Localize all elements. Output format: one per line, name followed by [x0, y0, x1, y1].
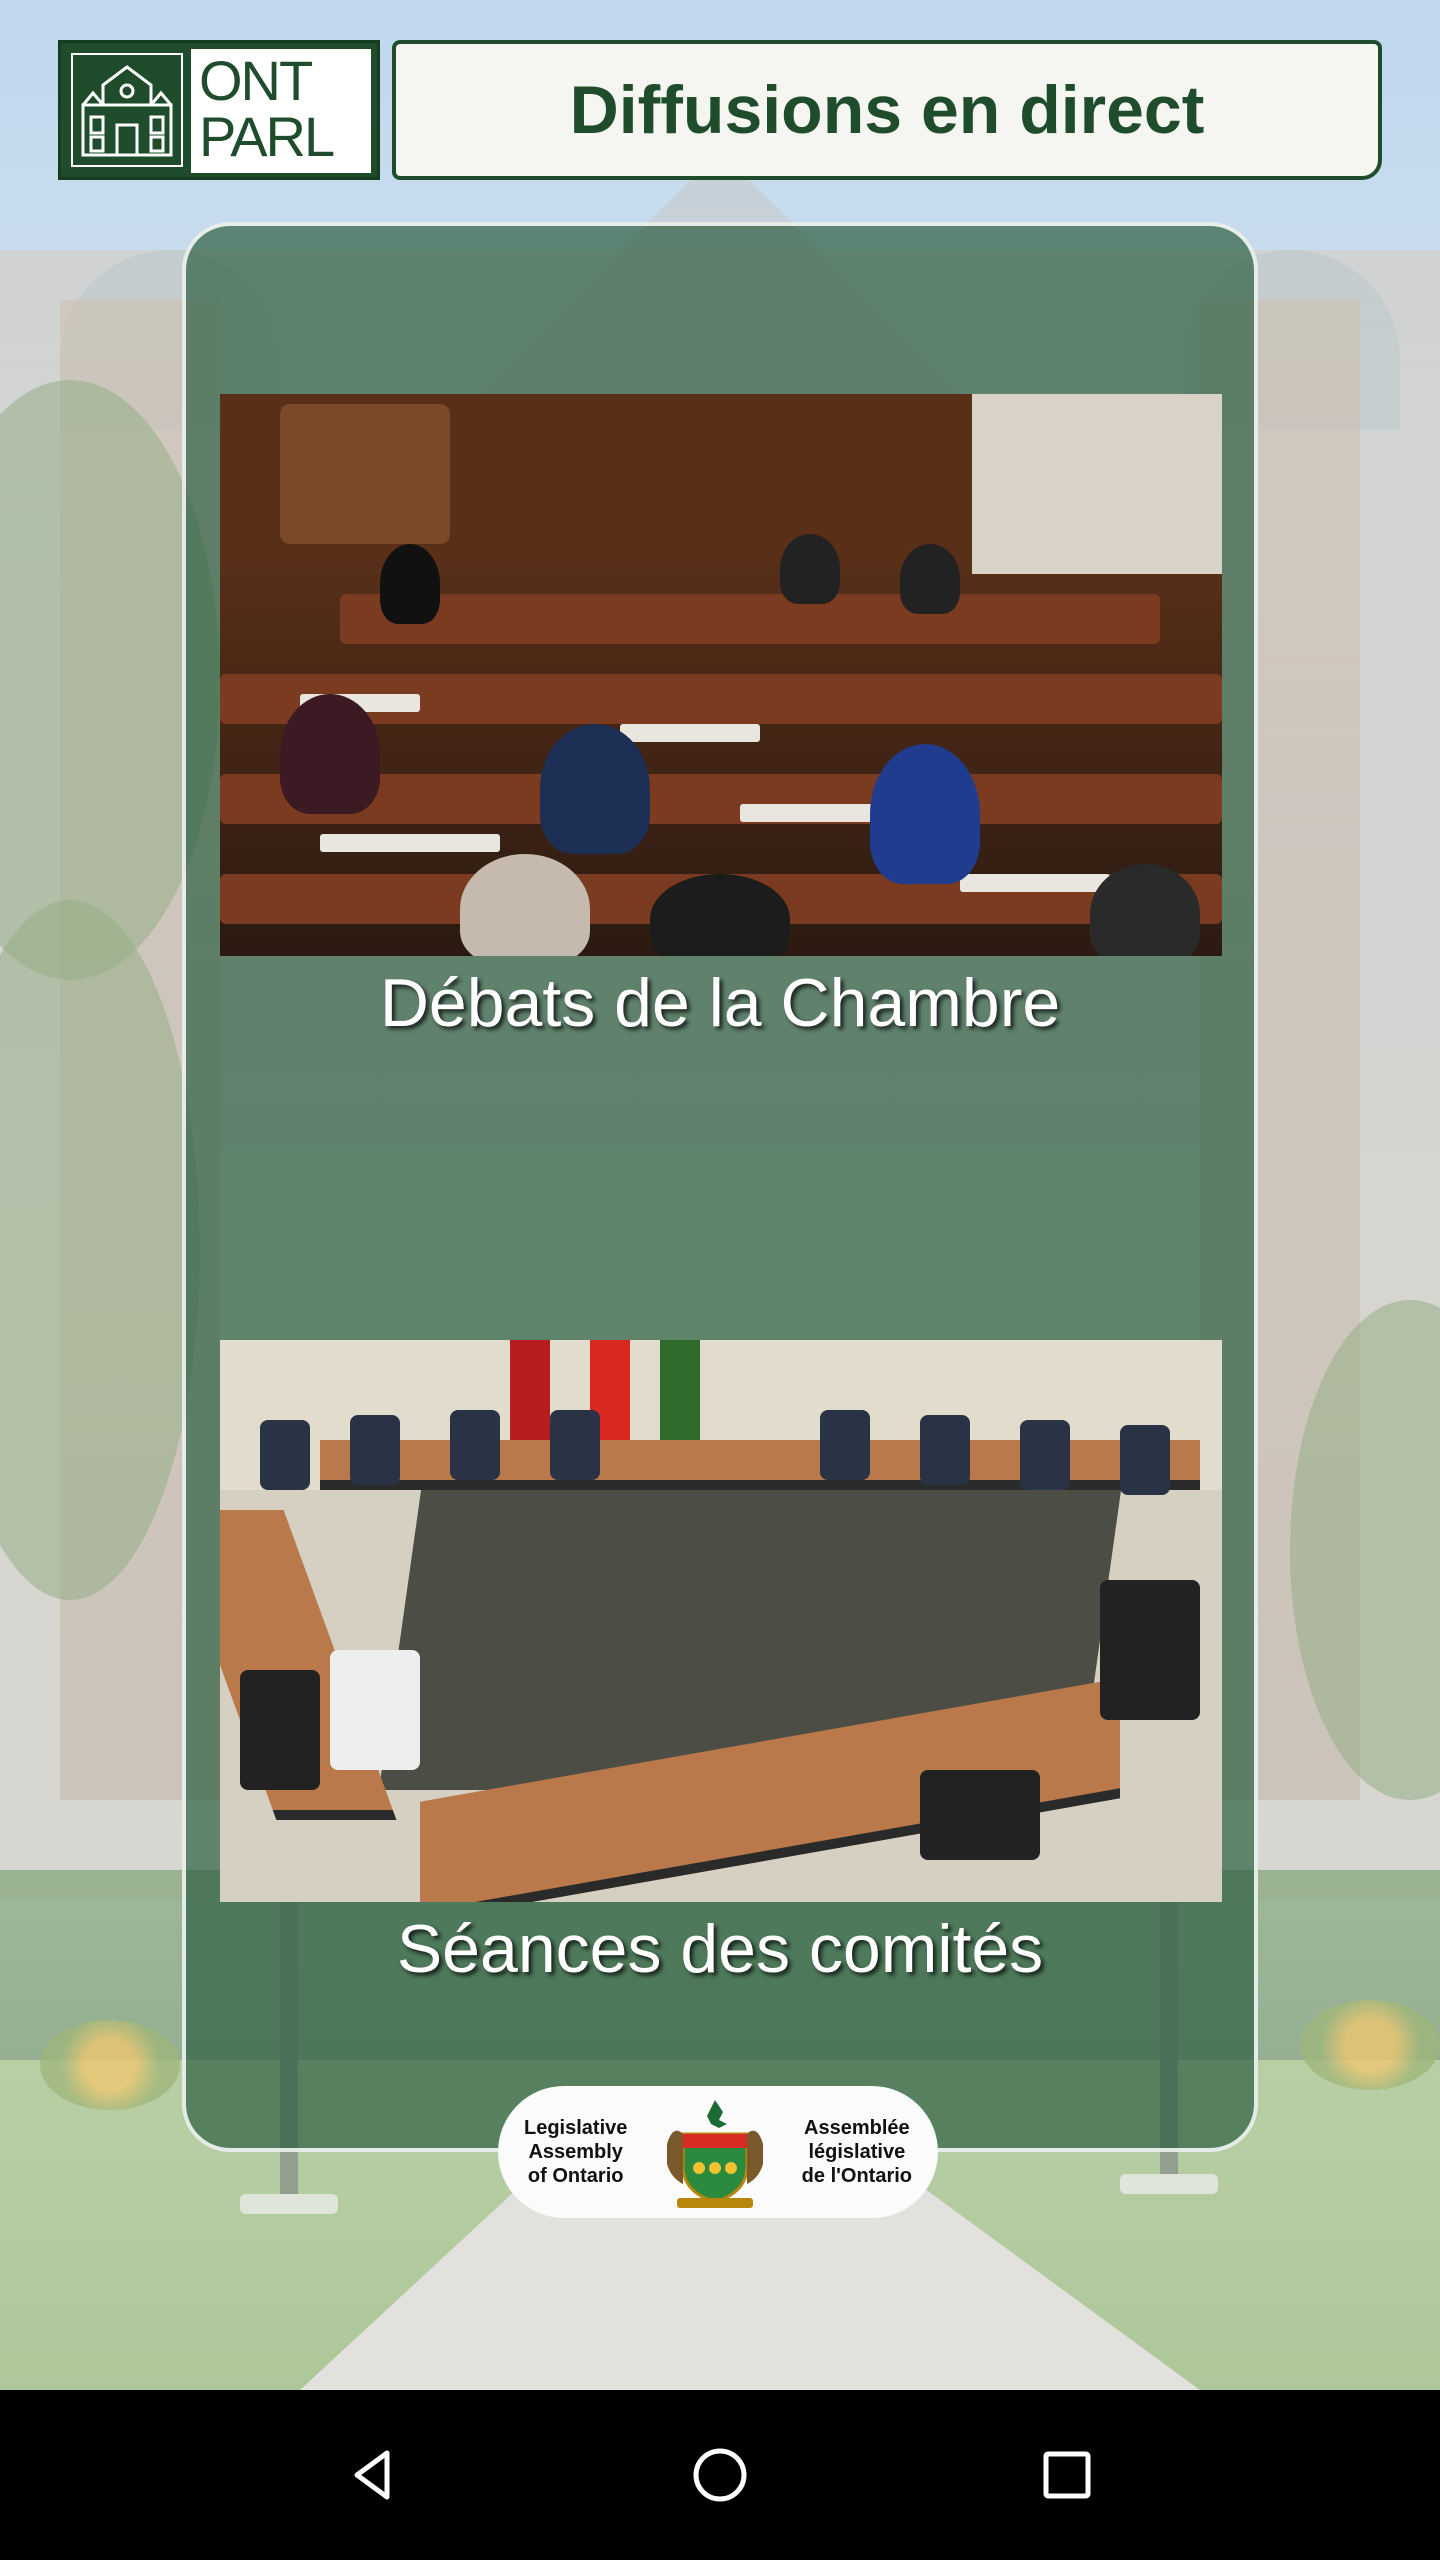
committee-feed[interactable] [220, 1340, 1222, 1902]
committee-room-image [220, 1340, 1222, 1902]
triangle-back-icon [354, 2450, 390, 2500]
circle-home-icon [693, 2448, 747, 2502]
live-streams-card: Débats de la Chambre Séances des comités [182, 222, 1258, 2152]
recents-button[interactable] [1027, 2435, 1107, 2515]
page-title: Diffusions en direct [569, 72, 1205, 148]
assembly-badge: Legislative Assembly of Ontario Assemblé… [498, 2086, 938, 2218]
ontparl-logo: ONT PARL [58, 40, 380, 180]
back-button[interactable] [333, 2435, 413, 2515]
assembly-name-english: Legislative Assembly of Ontario [524, 2117, 628, 2187]
page-title-banner: Diffusions en direct [392, 40, 1382, 180]
house-chamber-feed[interactable] [220, 394, 1222, 956]
home-button[interactable] [680, 2435, 760, 2515]
assembly-name-french: Assemblée législative de l'Ontario [801, 2117, 912, 2187]
house-debates-label[interactable]: Débats de la Chambre [186, 964, 1254, 1042]
house-chamber-image [220, 394, 1222, 956]
committee-sittings-label[interactable]: Séances des comités [186, 1910, 1254, 1988]
ontario-coat-of-arms-icon [663, 2094, 767, 2210]
logo-wordmark: ONT PARL [191, 49, 371, 173]
system-navigation-bar [0, 2390, 1440, 2560]
legislature-building-icon [71, 53, 183, 167]
square-recents-icon [1043, 2451, 1091, 2499]
